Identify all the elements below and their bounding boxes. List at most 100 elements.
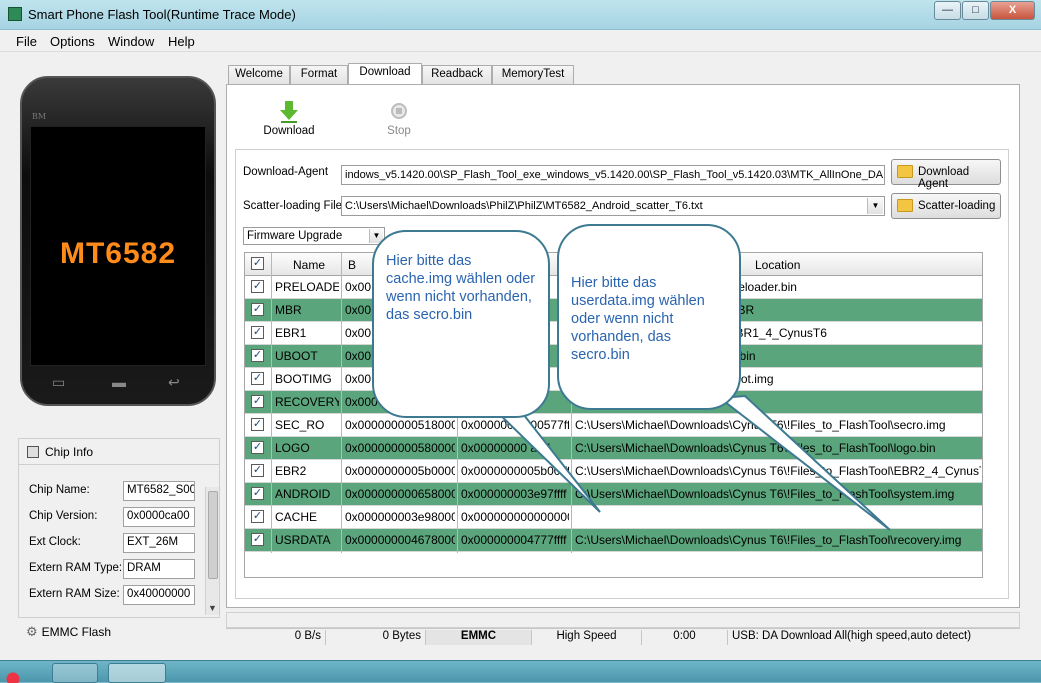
row-checkbox[interactable]: ✓	[251, 280, 264, 293]
chip-info-row: Chip Version: 0x0000ca00	[29, 507, 209, 527]
partition-name: SEC_RO	[275, 418, 325, 432]
tab-welcome[interactable]: Welcome	[228, 65, 290, 84]
chip-info-row: Extern RAM Type: DRAM	[29, 559, 209, 579]
flash-tool-taskbar-icon[interactable]	[108, 663, 166, 683]
chip-name-value: MT6582_S00	[123, 481, 195, 501]
minimize-button[interactable]: —	[934, 1, 961, 20]
row-checkbox[interactable]: ✓	[251, 464, 264, 477]
end-address: 0x000000004777ffff	[461, 533, 567, 547]
phone-illustration: BM MT6582 ▭ ▬ ↩	[20, 76, 216, 406]
maximize-button[interactable]: □	[962, 1, 989, 20]
tab-memorytest[interactable]: MemoryTest	[492, 65, 574, 84]
download-agent-button[interactable]: Download Agent	[891, 159, 1001, 190]
window-controls: — □ X	[933, 1, 1035, 20]
menu-options[interactable]: Options	[50, 34, 95, 49]
scroll-down-icon[interactable]: ▼	[208, 603, 217, 613]
row-checkbox[interactable]: ✓	[251, 303, 264, 316]
chip-version-label: Chip Version:	[29, 510, 98, 522]
scatter-loading-button[interactable]: Scatter-loading	[891, 193, 1001, 219]
status-mode: High Speed	[532, 630, 642, 645]
scrollbar-thumb[interactable]	[208, 491, 218, 579]
chip-info-header[interactable]: Chip Info	[19, 439, 219, 465]
annotation-callout-userdata: Hier bitte das userdata.img wählen oder …	[557, 224, 741, 410]
row-checkbox[interactable]: ✓	[251, 372, 264, 385]
status-bar: 0 B/s 0 Bytes EMMC High Speed 0:00 USB: …	[226, 628, 1020, 645]
menu-file[interactable]: File	[16, 34, 37, 49]
app-icon	[8, 7, 22, 21]
partition-location: C:\Users\Michael\Downloads\Cynus T6\!Fil…	[575, 487, 955, 501]
row-checkbox[interactable]: ✓	[251, 487, 264, 500]
row-checkbox[interactable]: ✓	[251, 510, 264, 523]
back-key-icon: ↩	[168, 374, 180, 390]
table-row[interactable]: ✓ USRDATA 0x0000000046780000 0x000000004777…	[245, 529, 982, 552]
browser-icon[interactable]	[0, 663, 26, 683]
chip-version-value: 0x0000ca00	[123, 507, 195, 527]
chip-icon	[27, 446, 39, 458]
menu-bar: File Options Window Help	[0, 30, 1041, 52]
begin-address: 0x0000000005180000	[345, 418, 455, 432]
row-checkbox[interactable]: ✓	[251, 441, 264, 454]
table-row[interactable]: ✓ EBR2 0x0000000005b00000 0x0000000005b00 f…	[245, 460, 982, 483]
stop-icon	[389, 101, 409, 121]
partition-name: USRDATA	[275, 533, 331, 547]
partition-name: RECOVERY	[275, 395, 339, 409]
folder-icon	[897, 165, 913, 178]
phone-chip-label: MT6582	[59, 237, 177, 270]
chevron-down-icon[interactable]: ▼	[867, 198, 883, 214]
table-row[interactable]: ✓ LOGO 0x0000000005800000 0x00000000 affff C…	[245, 437, 982, 460]
ext-clock-label: Ext Clock:	[29, 536, 81, 548]
chip-info-row: Chip Name: MT6582_S00	[29, 481, 209, 501]
app-window: Smart Phone Flash Tool(Runtime Trace Mod…	[0, 0, 1041, 660]
partition-name: BOOTIMG	[275, 372, 332, 386]
partition-location: C:\Users\Michael\Downloads\Cynus T6\!Fil…	[575, 533, 962, 547]
row-checkbox[interactable]: ✓	[251, 326, 264, 339]
row-checkbox[interactable]: ✓	[251, 349, 264, 362]
partition-location: C:\Users\Michael\Downloads\Cynus T6\!Fil…	[575, 464, 981, 478]
partition-location: C:\Users\Michael\Downloads\Cynus T6\!Fil…	[575, 418, 946, 432]
horizontal-scrollbar[interactable]	[226, 612, 1020, 628]
table-row[interactable]: ✓ ANDROID 0x0000000006580000 0x000000003e97…	[245, 483, 982, 506]
scatter-file-select[interactable]: C:\Users\Michael\Downloads\PhilZ\PhilZ\M…	[341, 196, 885, 216]
tab-readback[interactable]: Readback	[422, 65, 492, 84]
header-name[interactable]: Name	[293, 258, 325, 272]
explorer-icon[interactable]	[52, 663, 98, 683]
end-address: 0x0000000005b00 ff	[461, 464, 569, 478]
begin-address: 0x0000000006580000	[345, 487, 455, 501]
annotation-callout-cache: Hier bitte das cache.img wählen oder wen…	[372, 230, 550, 418]
header-location[interactable]: Location	[755, 258, 800, 272]
scatter-file-path: C:\Users\Michael\Downloads\PhilZ\PhilZ\M…	[345, 200, 703, 212]
status-usb: USB: DA Download All(high speed,auto det…	[732, 630, 972, 642]
row-checkbox[interactable]: ✓	[251, 533, 264, 546]
chip-name-label: Chip Name:	[29, 484, 90, 496]
taskbar	[0, 660, 1041, 683]
scatter-file-label: Scatter-loading File	[243, 200, 343, 212]
status-time: 0:00	[642, 630, 728, 645]
ext-clock-value: EXT_26M	[123, 533, 195, 553]
home-key-icon: ▬	[112, 374, 126, 390]
end-address: 0x00000000 00577ffff	[461, 418, 569, 432]
download-icon	[279, 101, 299, 123]
close-button[interactable]: X	[990, 1, 1035, 20]
emmc-flash-header[interactable]: ⚙ EMMC Flash	[18, 620, 220, 642]
select-all-checkbox[interactable]: ✓	[251, 257, 264, 270]
ram-type-value: DRAM	[123, 559, 195, 579]
ram-size-value: 0x40000000	[123, 585, 195, 605]
table-row[interactable]: ✓ CACHE 0x000000003e980000 0x00000000000000…	[245, 506, 982, 529]
table-row[interactable]: ✓ SEC_RO 0x0000000005180000 0x00000000 0057…	[245, 414, 982, 437]
header-begin[interactable]: B	[348, 258, 356, 272]
mode-select[interactable]: Firmware Upgrade ▼	[243, 227, 385, 245]
begin-address: 0x0000000005800000	[345, 441, 455, 455]
menu-help[interactable]: Help	[168, 34, 195, 49]
row-checkbox[interactable]: ✓	[251, 418, 264, 431]
chip-info-panel: Chip Info Chip Name: MT6582_S00 Chip Ver…	[18, 438, 220, 618]
ram-size-label: Extern RAM Size:	[29, 588, 120, 600]
row-checkbox[interactable]: ✓	[251, 395, 264, 408]
download-agent-path[interactable]: indows_v5.1420.00\SP_Flash_Tool_exe_wind…	[341, 165, 885, 185]
tab-format[interactable]: Format	[290, 65, 348, 84]
status-storage: EMMC	[426, 630, 532, 645]
chip-info-scrollbar[interactable]: ▼	[205, 487, 219, 615]
tab-download[interactable]: Download	[348, 63, 422, 85]
menu-window[interactable]: Window	[108, 34, 154, 49]
download-button[interactable]: Download	[261, 101, 317, 137]
stop-button[interactable]: Stop	[379, 101, 419, 137]
